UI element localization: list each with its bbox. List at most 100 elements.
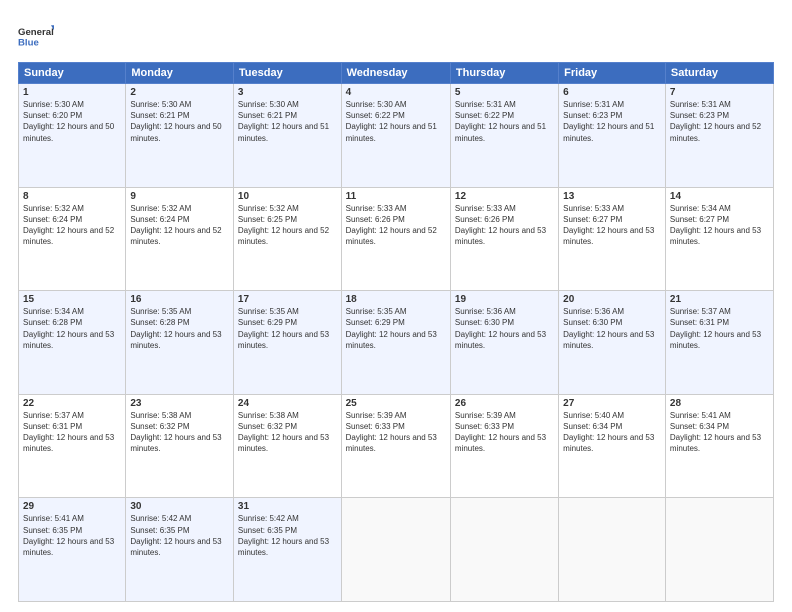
day-info: Sunrise: 5:36 AMSunset: 6:30 PMDaylight:… [563, 307, 654, 350]
day-header-wednesday: Wednesday [341, 63, 450, 84]
calendar-day-29: 29 Sunrise: 5:41 AMSunset: 6:35 PMDayligh… [19, 498, 126, 602]
day-number: 14 [670, 191, 769, 202]
day-header-saturday: Saturday [665, 63, 773, 84]
day-number: 11 [346, 191, 446, 202]
day-header-thursday: Thursday [450, 63, 558, 84]
day-info: Sunrise: 5:39 AMSunset: 6:33 PMDaylight:… [346, 411, 437, 454]
calendar-day-18: 18 Sunrise: 5:35 AMSunset: 6:29 PMDayligh… [341, 291, 450, 395]
day-number: 15 [23, 294, 121, 305]
day-info: Sunrise: 5:30 AMSunset: 6:21 PMDaylight:… [238, 100, 329, 143]
day-info: Sunrise: 5:35 AMSunset: 6:29 PMDaylight:… [238, 307, 329, 350]
calendar-week-1: 8 Sunrise: 5:32 AMSunset: 6:24 PMDaylight… [19, 187, 774, 291]
day-info: Sunrise: 5:32 AMSunset: 6:24 PMDaylight:… [23, 204, 114, 247]
calendar-day-19: 19Sunrise: 5:36 AMSunset: 6:30 PMDayligh… [450, 291, 558, 395]
day-info: Sunrise: 5:41 AMSunset: 6:35 PMDaylight:… [23, 514, 114, 557]
calendar-empty [665, 498, 773, 602]
calendar-week-2: 15Sunrise: 5:34 AMSunset: 6:28 PMDayligh… [19, 291, 774, 395]
day-number: 16 [130, 294, 229, 305]
calendar-day-6: 6 Sunrise: 5:31 AMSunset: 6:23 PMDaylight… [559, 84, 666, 188]
day-info: Sunrise: 5:40 AMSunset: 6:34 PMDaylight:… [563, 411, 654, 454]
day-info: Sunrise: 5:34 AMSunset: 6:27 PMDaylight:… [670, 204, 761, 247]
day-number: 13 [563, 191, 661, 202]
svg-text:Blue: Blue [18, 38, 39, 49]
calendar-day-4: 4 Sunrise: 5:30 AMSunset: 6:22 PMDaylight… [341, 84, 450, 188]
day-number: 10 [238, 191, 337, 202]
calendar-day-3: 3 Sunrise: 5:30 AMSunset: 6:21 PMDaylight… [233, 84, 341, 188]
day-info: Sunrise: 5:30 AMSunset: 6:21 PMDaylight:… [130, 100, 221, 143]
day-number: 9 [130, 191, 229, 202]
day-info: Sunrise: 5:38 AMSunset: 6:32 PMDaylight:… [238, 411, 329, 454]
calendar-day-1: 1 Sunrise: 5:30 AMSunset: 6:20 PMDaylight… [19, 84, 126, 188]
day-info: Sunrise: 5:33 AMSunset: 6:26 PMDaylight:… [346, 204, 437, 247]
logo: General Blue [18, 18, 54, 54]
day-number: 4 [346, 87, 446, 98]
calendar-day-9: 9 Sunrise: 5:32 AMSunset: 6:24 PMDaylight… [126, 187, 234, 291]
day-info: Sunrise: 5:30 AMSunset: 6:22 PMDaylight:… [346, 100, 437, 143]
day-info: Sunrise: 5:31 AMSunset: 6:23 PMDaylight:… [563, 100, 654, 143]
day-number: 17 [238, 294, 337, 305]
day-number: 7 [670, 87, 769, 98]
day-number: 24 [238, 398, 337, 409]
calendar-empty [341, 498, 450, 602]
day-info: Sunrise: 5:32 AMSunset: 6:24 PMDaylight:… [130, 204, 221, 247]
day-number: 22 [23, 398, 121, 409]
day-info: Sunrise: 5:33 AMSunset: 6:26 PMDaylight:… [455, 204, 546, 247]
day-info: Sunrise: 5:38 AMSunset: 6:32 PMDaylight:… [130, 411, 221, 454]
day-number: 18 [346, 294, 446, 305]
day-number: 6 [563, 87, 661, 98]
day-header-tuesday: Tuesday [233, 63, 341, 84]
calendar-day-16: 16Sunrise: 5:35 AMSunset: 6:28 PMDayligh… [126, 291, 234, 395]
day-info: Sunrise: 5:42 AMSunset: 6:35 PMDaylight:… [130, 514, 221, 557]
calendar-day-31: 31Sunrise: 5:42 AMSunset: 6:35 PMDayligh… [233, 498, 341, 602]
day-header-sunday: Sunday [19, 63, 126, 84]
calendar-day-14: 14 Sunrise: 5:34 AMSunset: 6:27 PMDayligh… [665, 187, 773, 291]
calendar-day-10: 10 Sunrise: 5:32 AMSunset: 6:25 PMDayligh… [233, 187, 341, 291]
calendar-day-25: 25Sunrise: 5:39 AMSunset: 6:33 PMDayligh… [341, 394, 450, 498]
day-info: Sunrise: 5:31 AMSunset: 6:23 PMDaylight:… [670, 100, 761, 143]
svg-text:General: General [18, 27, 54, 38]
calendar-day-22: 22 Sunrise: 5:37 AMSunset: 6:31 PMDayligh… [19, 394, 126, 498]
calendar-body: 1 Sunrise: 5:30 AMSunset: 6:20 PMDaylight… [19, 84, 774, 602]
day-number: 1 [23, 87, 121, 98]
day-number: 28 [670, 398, 769, 409]
day-number: 8 [23, 191, 121, 202]
day-number: 29 [23, 501, 121, 512]
calendar-day-11: 11 Sunrise: 5:33 AMSunset: 6:26 PMDayligh… [341, 187, 450, 291]
calendar-header-row: SundayMondayTuesdayWednesdayThursdayFrid… [19, 63, 774, 84]
day-number: 3 [238, 87, 337, 98]
day-info: Sunrise: 5:33 AMSunset: 6:27 PMDaylight:… [563, 204, 654, 247]
calendar-day-23: 23 Sunrise: 5:38 AMSunset: 6:32 PMDayligh… [126, 394, 234, 498]
calendar-day-21: 21Sunrise: 5:37 AMSunset: 6:31 PMDayligh… [665, 291, 773, 395]
calendar-empty [450, 498, 558, 602]
day-info: Sunrise: 5:41 AMSunset: 6:34 PMDaylight:… [670, 411, 761, 454]
calendar-day-12: 12 Sunrise: 5:33 AMSunset: 6:26 PMDayligh… [450, 187, 558, 291]
calendar-day-26: 26Sunrise: 5:39 AMSunset: 6:33 PMDayligh… [450, 394, 558, 498]
calendar-day-28: 28 Sunrise: 5:41 AMSunset: 6:34 PMDayligh… [665, 394, 773, 498]
day-info: Sunrise: 5:30 AMSunset: 6:20 PMDaylight:… [23, 100, 114, 143]
calendar-day-5: 5Sunrise: 5:31 AMSunset: 6:22 PMDaylight… [450, 84, 558, 188]
day-header-monday: Monday [126, 63, 234, 84]
day-info: Sunrise: 5:32 AMSunset: 6:25 PMDaylight:… [238, 204, 329, 247]
calendar-week-4: 29 Sunrise: 5:41 AMSunset: 6:35 PMDayligh… [19, 498, 774, 602]
calendar-day-27: 27 Sunrise: 5:40 AMSunset: 6:34 PMDayligh… [559, 394, 666, 498]
header: General Blue [18, 18, 774, 54]
calendar-day-13: 13 Sunrise: 5:33 AMSunset: 6:27 PMDayligh… [559, 187, 666, 291]
day-number: 19 [455, 294, 554, 305]
day-number: 23 [130, 398, 229, 409]
calendar-day-2: 2Sunrise: 5:30 AMSunset: 6:21 PMDaylight… [126, 84, 234, 188]
day-info: Sunrise: 5:35 AMSunset: 6:29 PMDaylight:… [346, 307, 437, 350]
day-info: Sunrise: 5:31 AMSunset: 6:22 PMDaylight:… [455, 100, 546, 143]
calendar-day-20: 20Sunrise: 5:36 AMSunset: 6:30 PMDayligh… [559, 291, 666, 395]
calendar-empty [559, 498, 666, 602]
calendar-day-15: 15Sunrise: 5:34 AMSunset: 6:28 PMDayligh… [19, 291, 126, 395]
day-info: Sunrise: 5:37 AMSunset: 6:31 PMDaylight:… [23, 411, 114, 454]
day-header-friday: Friday [559, 63, 666, 84]
calendar-day-30: 30 Sunrise: 5:42 AMSunset: 6:35 PMDayligh… [126, 498, 234, 602]
day-number: 27 [563, 398, 661, 409]
day-number: 21 [670, 294, 769, 305]
day-number: 30 [130, 501, 229, 512]
day-number: 31 [238, 501, 337, 512]
calendar-day-8: 8 Sunrise: 5:32 AMSunset: 6:24 PMDaylight… [19, 187, 126, 291]
day-number: 12 [455, 191, 554, 202]
calendar-week-3: 22 Sunrise: 5:37 AMSunset: 6:31 PMDayligh… [19, 394, 774, 498]
